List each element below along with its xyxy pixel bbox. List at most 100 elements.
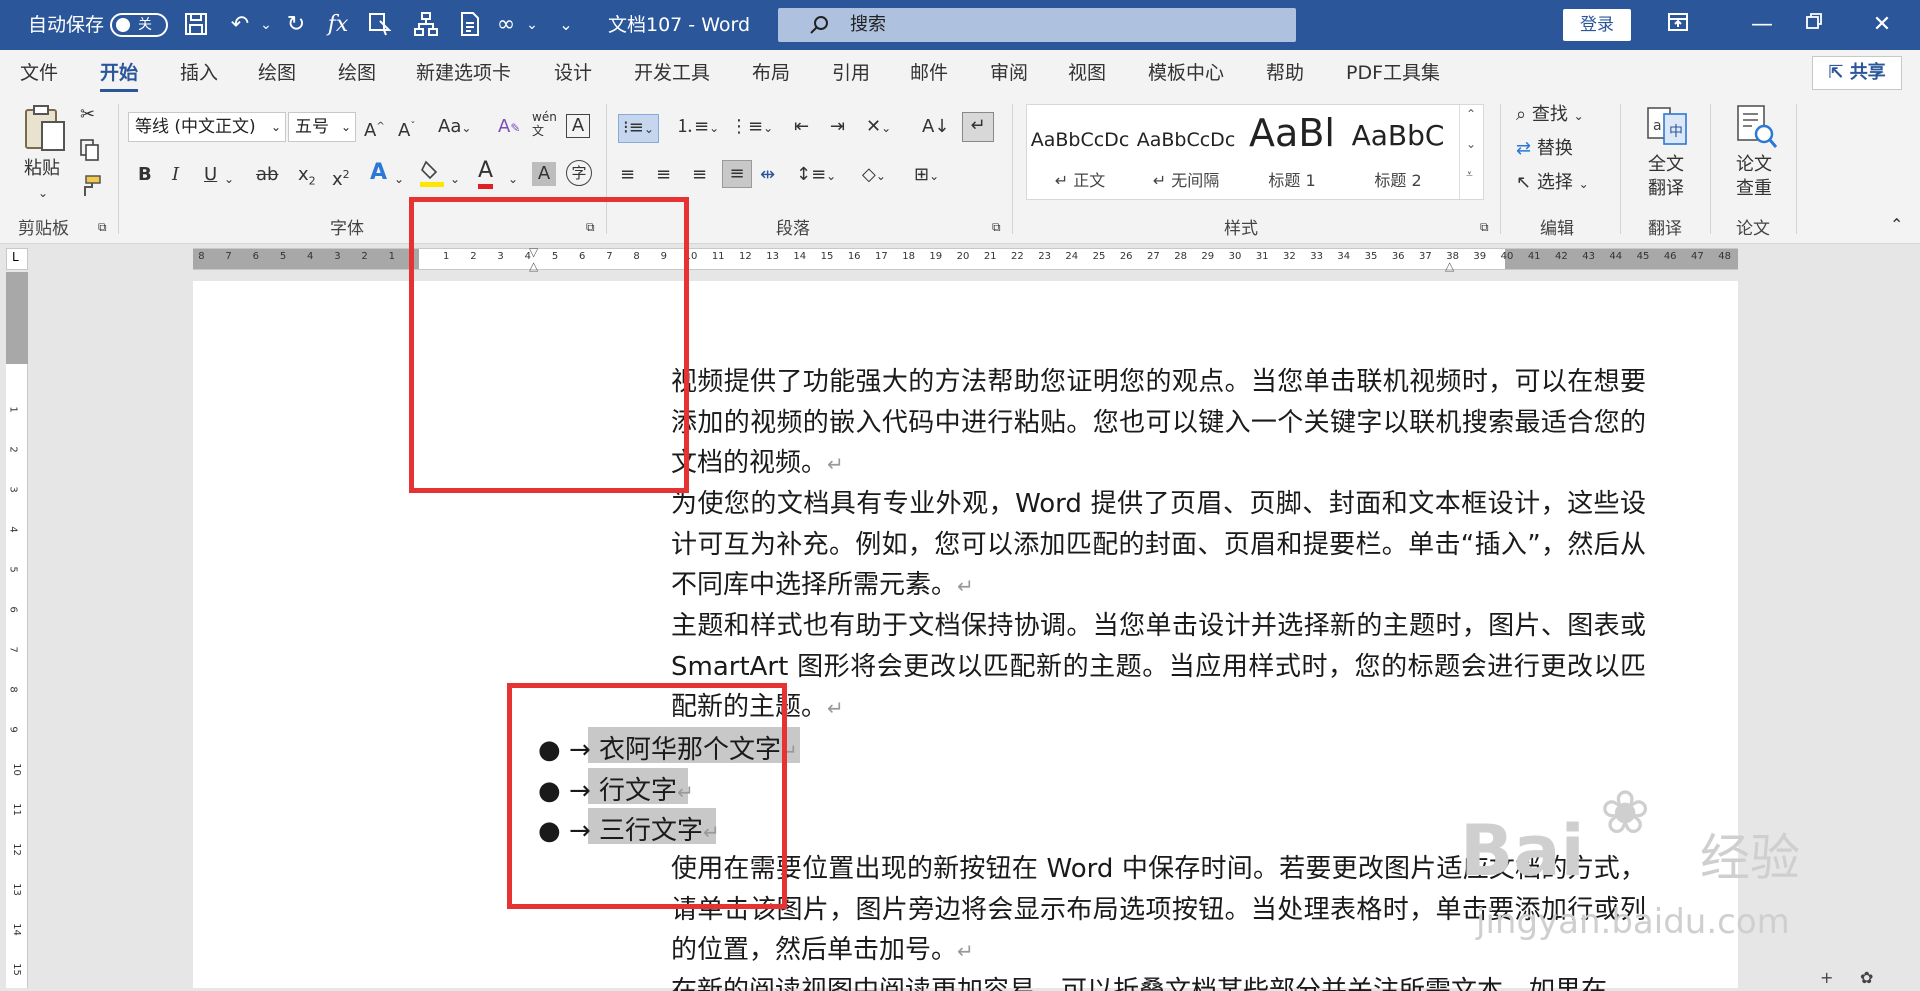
font-size-select[interactable]: 五号 ⌄	[288, 112, 356, 142]
enclose-character-icon[interactable]: 字	[566, 160, 592, 186]
font-name-select[interactable]: 等线 (中文正文) ⌄	[128, 112, 286, 142]
vertical-ruler[interactable]: 1 2 3 4 5 6 7 8 9 10 11 12 13 14 15	[6, 272, 28, 988]
paragraph-launcher-icon[interactable]: ⧉	[992, 214, 1001, 240]
style-heading-1[interactable]: AaBl 标题 1	[1239, 105, 1345, 201]
paragraph-5[interactable]: 在新的阅读视图中阅读更加容易。可以折叠文档某些部分并关注所需文本。如果在	[671, 971, 1646, 991]
chevron-up-icon[interactable]: ⌃	[1466, 107, 1476, 121]
copy-icon[interactable]	[78, 138, 102, 170]
document-icon[interactable]	[456, 11, 484, 39]
show-marks-icon[interactable]: ↵	[962, 112, 994, 142]
tab-references[interactable]: 引用	[832, 50, 870, 96]
translate-icon[interactable]: a中	[1646, 104, 1688, 148]
format-painter-icon[interactable]	[78, 174, 102, 206]
paste-label[interactable]: 粘贴	[24, 156, 60, 182]
paper-check-label[interactable]: 论文	[1736, 152, 1772, 178]
sort-icon[interactable]: A↓	[922, 114, 949, 140]
tab-layout[interactable]: 布局	[752, 50, 790, 96]
tab-review[interactable]: 审阅	[990, 50, 1028, 96]
save-icon[interactable]	[182, 11, 210, 39]
find-button[interactable]: ⌕ 查找 ⌄	[1516, 102, 1584, 129]
text-effects-dropdown-icon[interactable]: ⌄	[394, 166, 404, 192]
strikethrough-icon[interactable]: ab	[256, 162, 278, 188]
search-box[interactable]: 搜索	[778, 8, 1296, 42]
superscript-icon[interactable]: x2	[332, 162, 350, 193]
align-right-icon[interactable]: ≡	[692, 162, 707, 188]
minimize-icon[interactable]: —	[1748, 11, 1776, 39]
customize-toolbar-icon[interactable]: ⌄	[552, 11, 580, 39]
paragraph-2[interactable]: 为使您的文档具有专业外观，Word 提供了页眉、页脚、封面和文本框设计，这些设计…	[671, 484, 1646, 607]
select-button[interactable]: ↖ 选择 ⌄	[1516, 170, 1589, 197]
tab-insert[interactable]: 插入	[180, 50, 218, 96]
line-spacing-icon[interactable]: ↕≡⌄	[796, 162, 836, 189]
chevron-down-icon[interactable]: ⌄	[1466, 137, 1476, 151]
style-normal[interactable]: AaBbCcDc ↵ 正文	[1027, 105, 1133, 201]
full-translate-label-2[interactable]: 翻译	[1648, 176, 1684, 202]
restore-icon[interactable]	[1800, 11, 1828, 39]
org-chart-icon[interactable]	[412, 11, 440, 39]
justify-icon[interactable]: ≡	[722, 160, 752, 188]
italic-icon[interactable]: I	[172, 162, 179, 188]
undo-icon[interactable]: ↶	[226, 11, 254, 39]
style-no-spacing[interactable]: AaBbCcDc ↵ 无间隔	[1133, 105, 1239, 201]
paste-dropdown-icon[interactable]: ⌄	[38, 180, 48, 206]
tab-developer[interactable]: 开发工具	[634, 50, 710, 96]
plus-icon[interactable]: +	[1820, 968, 1833, 987]
phonetic-guide-icon[interactable]: wén 文	[532, 110, 557, 138]
undo-dropdown-icon[interactable]: ⌄	[252, 11, 280, 39]
bullets-icon[interactable]: ⁝≡⌄	[618, 114, 659, 143]
align-left-icon[interactable]: ≡	[620, 162, 635, 188]
login-button[interactable]: 登录	[1563, 9, 1631, 41]
underline-dropdown-icon[interactable]: ⌄	[224, 166, 234, 192]
paragraph-3[interactable]: 主题和样式也有助于文档保持协调。当您单击设计并选择新的主题时，图片、图表或 Sm…	[671, 606, 1646, 729]
autosave-toggle[interactable]: 关	[110, 13, 168, 37]
tab-draw-2[interactable]: 绘图	[338, 50, 376, 96]
align-center-icon[interactable]: ≡	[656, 162, 671, 188]
clipboard-launcher-icon[interactable]: ⧉	[98, 214, 107, 240]
borders-icon[interactable]: ⊞⌄	[914, 162, 939, 189]
paper-check-icon[interactable]	[1734, 104, 1778, 150]
tab-file[interactable]: 文件	[20, 50, 58, 96]
subscript-icon[interactable]: x2	[298, 162, 316, 195]
font-color-dropdown-icon[interactable]: ⌄	[508, 166, 518, 192]
close-icon[interactable]: ✕	[1868, 11, 1896, 39]
full-translate-label[interactable]: 全文	[1648, 152, 1684, 178]
tab-help[interactable]: 帮助	[1266, 50, 1304, 96]
highlight-icon[interactable]	[420, 158, 444, 196]
shading-icon[interactable]: ◇⌄	[862, 162, 886, 189]
redo-icon[interactable]: ↻	[282, 11, 310, 39]
decrease-indent-icon[interactable]: ⇤	[794, 114, 809, 140]
tab-draw[interactable]: 绘图	[258, 50, 296, 96]
infinity-icon[interactable]: ∞	[492, 11, 520, 39]
tab-view[interactable]: 视图	[1068, 50, 1106, 96]
settings-icon[interactable]: ✿	[1860, 968, 1873, 987]
tab-home[interactable]: 开始	[100, 50, 139, 96]
tab-selector[interactable]: L	[6, 248, 28, 270]
right-indent-marker[interactable]: △	[1445, 259, 1454, 273]
grow-font-icon[interactable]: A^	[364, 114, 385, 144]
paper-check-label-2[interactable]: 查重	[1736, 176, 1772, 202]
numbering-icon[interactable]: ⒈≡⌄	[676, 114, 719, 141]
character-shading-icon[interactable]: A	[532, 162, 556, 186]
text-effects-icon[interactable]: A	[370, 160, 387, 186]
change-case-icon[interactable]: Aa⌄	[438, 114, 471, 141]
chinese-layout-icon[interactable]: ✕⌄	[866, 114, 891, 141]
function-icon[interactable]: fx	[324, 11, 352, 39]
tab-pdf-tools[interactable]: PDF工具集	[1346, 50, 1440, 96]
font-color-icon[interactable]: A	[478, 158, 494, 189]
paragraph-1[interactable]: 视频提供了功能强大的方法帮助您证明您的观点。当您单击联机视频时，可以在想要添加的…	[671, 362, 1646, 485]
styles-launcher-icon[interactable]: ⧉	[1480, 214, 1489, 240]
select-cursor-icon[interactable]	[366, 11, 394, 39]
increase-indent-icon[interactable]: ⇥	[830, 114, 845, 140]
character-border-icon[interactable]: A	[566, 114, 590, 138]
collapse-ribbon-icon[interactable]: ⌃	[1890, 212, 1903, 238]
styles-scroll[interactable]: ⌃ ⌄ ⩡	[1459, 105, 1483, 199]
distributed-icon[interactable]: ⇹	[760, 162, 775, 188]
shrink-font-icon[interactable]: Aˇ	[398, 114, 415, 144]
underline-icon[interactable]: U	[204, 162, 217, 188]
paste-icon[interactable]	[22, 104, 68, 154]
infinity-dropdown-icon[interactable]: ⌄	[518, 11, 546, 39]
tab-new-tab[interactable]: 新建选项卡	[416, 50, 511, 96]
clear-formatting-icon[interactable]: A✎	[498, 114, 520, 141]
bold-icon[interactable]: B	[138, 162, 152, 188]
ribbon-display-icon[interactable]	[1664, 11, 1692, 39]
